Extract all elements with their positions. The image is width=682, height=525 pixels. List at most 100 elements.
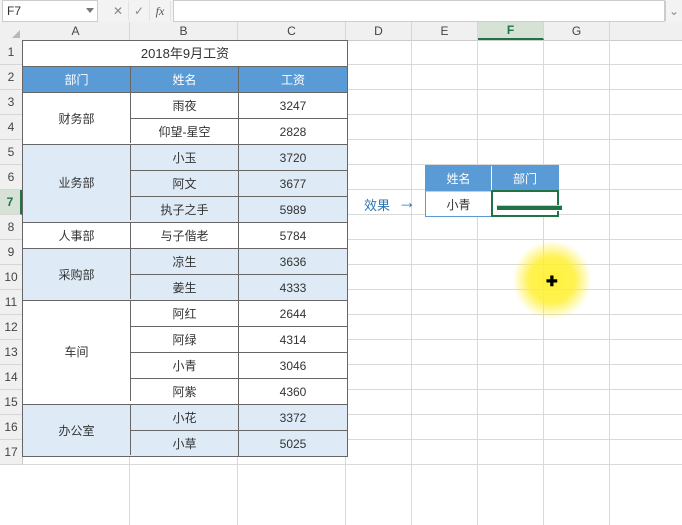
column-header-E[interactable]: E bbox=[412, 22, 478, 40]
row-header-5[interactable]: 5 bbox=[0, 140, 22, 165]
name-cell[interactable]: 阿紫 bbox=[131, 379, 239, 404]
salary-cell[interactable]: 4333 bbox=[239, 275, 347, 300]
name-cell[interactable]: 阿绿 bbox=[131, 327, 239, 352]
salary-cell[interactable]: 3046 bbox=[239, 353, 347, 378]
name-cell[interactable]: 仰望-星空 bbox=[131, 119, 239, 144]
column-header-D[interactable]: D bbox=[346, 22, 412, 40]
highlight-spot bbox=[512, 240, 592, 320]
worksheet: ABCDEFG 1234567891011121314151617 2018年9… bbox=[0, 22, 682, 525]
lookup-name-cell[interactable]: 小青 bbox=[426, 191, 492, 216]
cell-cursor-icon: ✚ bbox=[546, 273, 558, 290]
expand-formula-bar-button[interactable]: ⌄ bbox=[665, 1, 682, 21]
grid[interactable]: 2018年9月工资 部门 姓名 工资 财务部雨夜3247仰望-星空2828业务部… bbox=[22, 40, 682, 525]
dept-block: 办公室小花3372小草5025 bbox=[23, 404, 347, 456]
name-cell[interactable]: 小草 bbox=[131, 431, 239, 456]
row-headers: 1234567891011121314151617 bbox=[0, 40, 23, 465]
salary-cell[interactable]: 5784 bbox=[239, 223, 347, 248]
select-all-button[interactable] bbox=[0, 22, 23, 41]
effect-label: 效果 bbox=[364, 195, 390, 214]
salary-cell[interactable]: 3636 bbox=[239, 249, 347, 274]
formula-input[interactable] bbox=[173, 0, 665, 22]
fill-handle[interactable] bbox=[496, 205, 562, 211]
confirm-button[interactable]: ✓ bbox=[129, 1, 150, 21]
chevron-down-icon: ⌄ bbox=[669, 4, 679, 18]
column-header-A[interactable]: A bbox=[22, 22, 130, 40]
row-header-1[interactable]: 1 bbox=[0, 40, 22, 65]
row-header-4[interactable]: 4 bbox=[0, 115, 22, 140]
row-header-14[interactable]: 14 bbox=[0, 365, 22, 390]
row-header-9[interactable]: 9 bbox=[0, 240, 22, 265]
dept-cell[interactable]: 业务部 bbox=[23, 145, 131, 220]
header-salary: 工资 bbox=[239, 67, 347, 92]
salary-cell[interactable]: 2644 bbox=[239, 301, 347, 326]
dept-cell[interactable]: 车间 bbox=[23, 301, 131, 401]
salary-cell[interactable]: 4360 bbox=[239, 379, 347, 404]
table-row: 阿紫4360 bbox=[131, 378, 347, 404]
dept-block: 财务部雨夜3247仰望-星空2828 bbox=[23, 92, 347, 144]
column-header-F[interactable]: F bbox=[478, 22, 544, 40]
name-cell[interactable]: 姜生 bbox=[131, 275, 239, 300]
name-cell[interactable]: 小花 bbox=[131, 405, 239, 430]
row-header-15[interactable]: 15 bbox=[0, 390, 22, 415]
table-row: 凉生3636 bbox=[131, 249, 347, 274]
row-header-3[interactable]: 3 bbox=[0, 90, 22, 115]
salary-cell[interactable]: 4314 bbox=[239, 327, 347, 352]
salary-cell[interactable]: 3372 bbox=[239, 405, 347, 430]
name-cell[interactable]: 雨夜 bbox=[131, 93, 239, 118]
row-header-10[interactable]: 10 bbox=[0, 265, 22, 290]
salary-cell[interactable]: 3677 bbox=[239, 171, 347, 196]
table-row: 小花3372 bbox=[131, 405, 347, 430]
cancel-button[interactable]: ✕ bbox=[108, 1, 129, 21]
fx-icon: fx bbox=[156, 4, 165, 19]
lookup-row: 小青 bbox=[426, 191, 558, 216]
salary-cell[interactable]: 5025 bbox=[239, 431, 347, 456]
insert-function-button[interactable]: fx bbox=[150, 1, 171, 21]
row-header-17[interactable]: 17 bbox=[0, 440, 22, 465]
table-row: 与子偕老5784 bbox=[131, 223, 347, 248]
dept-block: 业务部小玉3720阿文3677执子之手5989 bbox=[23, 144, 347, 222]
name-cell[interactable]: 与子偕老 bbox=[131, 223, 239, 248]
dept-block: 人事部与子偕老5784 bbox=[23, 222, 347, 248]
name-cell[interactable]: 执子之手 bbox=[131, 197, 239, 222]
name-cell[interactable]: 凉生 bbox=[131, 249, 239, 274]
column-headers: ABCDEFG bbox=[22, 22, 682, 41]
table-row: 阿红2644 bbox=[131, 301, 347, 326]
row-header-6[interactable]: 6 bbox=[0, 165, 22, 190]
table-header-row: 部门 姓名 工资 bbox=[23, 67, 347, 92]
name-box-dropdown-icon[interactable] bbox=[86, 8, 94, 13]
row-header-13[interactable]: 13 bbox=[0, 340, 22, 365]
row-header-16[interactable]: 16 bbox=[0, 415, 22, 440]
column-header-B[interactable]: B bbox=[130, 22, 238, 40]
cell-reference: F7 bbox=[7, 4, 21, 18]
table-row: 小草5025 bbox=[131, 430, 347, 456]
name-cell[interactable]: 阿文 bbox=[131, 171, 239, 196]
dept-cell[interactable]: 人事部 bbox=[23, 223, 131, 248]
name-cell[interactable]: 小青 bbox=[131, 353, 239, 378]
cancel-icon: ✕ bbox=[113, 4, 123, 18]
row-header-8[interactable]: 8 bbox=[0, 215, 22, 240]
dept-cell[interactable]: 财务部 bbox=[23, 93, 131, 143]
header-dept: 部门 bbox=[23, 67, 131, 92]
salary-table: 2018年9月工资 部门 姓名 工资 财务部雨夜3247仰望-星空2828业务部… bbox=[22, 40, 348, 457]
dept-cell[interactable]: 办公室 bbox=[23, 405, 131, 455]
name-cell[interactable]: 小玉 bbox=[131, 145, 239, 170]
table-row: 执子之手5989 bbox=[131, 196, 347, 222]
salary-cell[interactable]: 5989 bbox=[239, 197, 347, 222]
column-header-G[interactable]: G bbox=[544, 22, 610, 40]
row-header-12[interactable]: 12 bbox=[0, 315, 22, 340]
name-cell[interactable]: 阿红 bbox=[131, 301, 239, 326]
salary-cell[interactable]: 3247 bbox=[239, 93, 347, 118]
lookup-dept-cell[interactable] bbox=[492, 191, 558, 216]
salary-cell[interactable]: 3720 bbox=[239, 145, 347, 170]
table-body: 财务部雨夜3247仰望-星空2828业务部小玉3720阿文3677执子之手598… bbox=[23, 92, 347, 456]
row-header-7[interactable]: 7 bbox=[0, 190, 22, 215]
dept-cell[interactable]: 采购部 bbox=[23, 249, 131, 299]
column-header-C[interactable]: C bbox=[238, 22, 346, 40]
lookup-header-name: 姓名 bbox=[426, 166, 492, 191]
row-header-11[interactable]: 11 bbox=[0, 290, 22, 315]
row-header-2[interactable]: 2 bbox=[0, 65, 22, 90]
salary-cell[interactable]: 2828 bbox=[239, 119, 347, 144]
table-row: 阿绿4314 bbox=[131, 326, 347, 352]
formula-bar: F7 ✕ ✓ fx ⌄ bbox=[0, 0, 682, 23]
name-box[interactable]: F7 bbox=[2, 0, 98, 22]
